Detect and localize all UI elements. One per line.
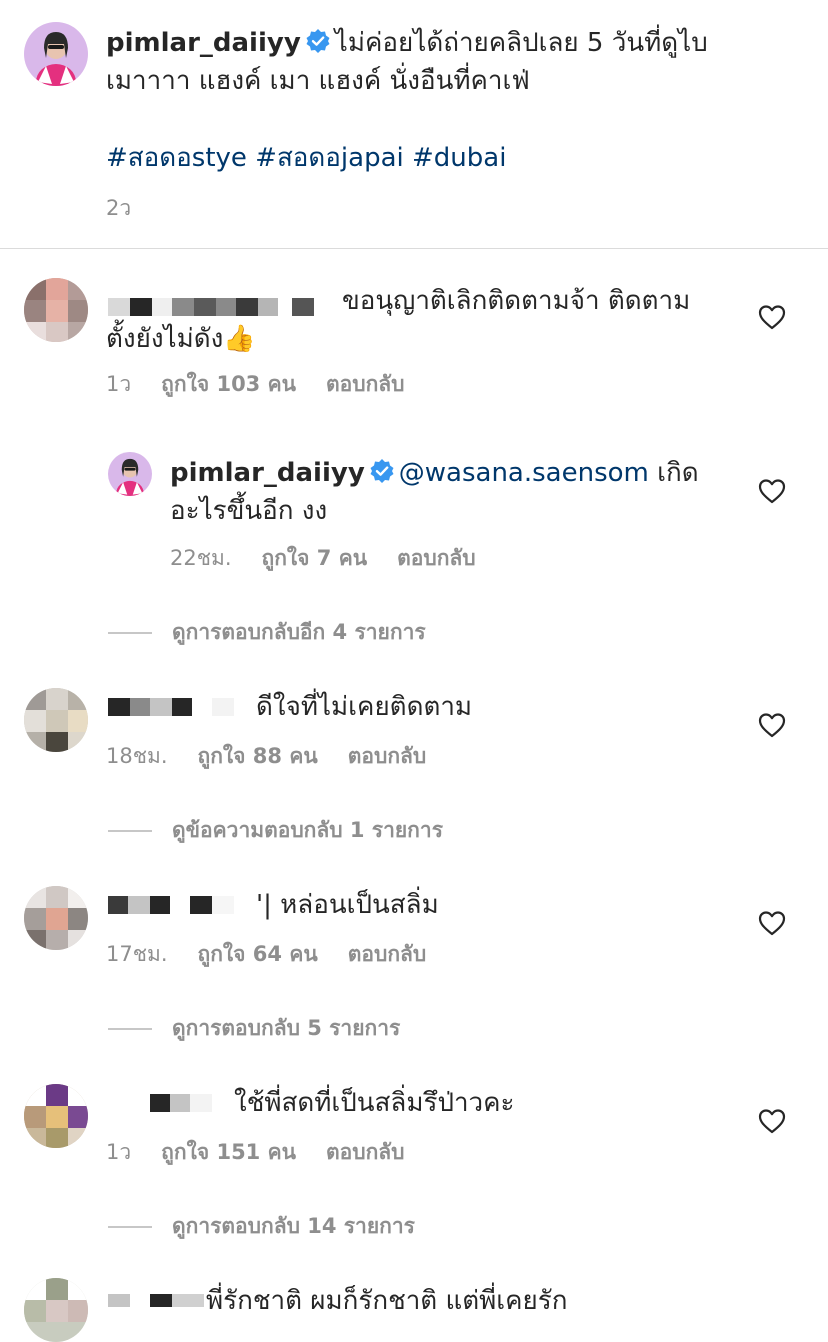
verified-badge-icon [306, 29, 330, 53]
comment-3-avatar[interactable] [24, 886, 88, 950]
comment-4-username-redacted [108, 1094, 236, 1112]
comment-4-avatar[interactable] [24, 1084, 88, 1148]
view-more-replies-2[interactable]: ดูข้อความตอบกลับ 1 รายการ [108, 814, 443, 847]
caption-avatar[interactable] [24, 22, 88, 86]
comment-4-reply-button[interactable]: ตอบกลับ [326, 1140, 405, 1164]
comment-3-meta: 17ชม. ถูกใจ 64 คน ตอบกลับ [106, 942, 427, 966]
caption-time: 2ว [106, 196, 132, 220]
comment-1-reply-button[interactable]: ตอบกลับ [326, 372, 405, 396]
view-more-replies-1[interactable]: ดูการตอบกลับอีก 4 รายการ [108, 616, 426, 649]
comment-4-meta: 1ว ถูกใจ 151 คน ตอบกลับ [106, 1140, 405, 1164]
view-more-replies-4[interactable]: ดูการตอบกลับ 14 รายการ [108, 1210, 415, 1243]
caption-username[interactable]: pimlar_daiiyy [106, 28, 301, 58]
reply-1-reply-button[interactable]: ตอบกลับ [397, 546, 476, 570]
comment-3-reply-button[interactable]: ตอบกลับ [348, 942, 427, 966]
reply-1-text: pimlar_daiiyy @wasana.saensom เกิด อะไรขึ… [170, 458, 699, 526]
caption-divider [0, 248, 828, 249]
comment-3-likes[interactable]: ถูกใจ 64 คน [198, 942, 318, 966]
comment-5-avatar[interactable] [24, 1278, 88, 1342]
comment-3-text: '| หล่อนเป็นสลิ่ม [256, 890, 439, 920]
view-more-replies-3[interactable]: ดูการตอบกลับ 5 รายการ [108, 1012, 400, 1045]
reply-1-mention[interactable]: @wasana.saensom [399, 458, 649, 488]
caption-text: pimlar_daiiyy ไม่ค่อยได้ถ่ายคลิปเลย 5 วัน… [106, 24, 786, 100]
comment-1-text: ขอนุญาติเลิกติดตามจ้า ติดตาม ตั้งยังไม่ด… [106, 286, 691, 354]
reply-1-likes[interactable]: ถูกใจ 7 คน [262, 546, 368, 570]
heart-icon[interactable] [758, 1108, 786, 1134]
verified-badge-icon [370, 459, 394, 483]
caption-line2: เมาาาา แฮงค์ เมา แฮงค์ นั่งอืนที่คาเฟ่ [106, 66, 530, 96]
comment-2-avatar[interactable] [24, 688, 88, 752]
comment-5-username-redacted [108, 1294, 204, 1307]
reply-1-username[interactable]: pimlar_daiiyy [170, 458, 365, 488]
comment-1-avatar[interactable] [24, 278, 88, 342]
comment-2-reply-button[interactable]: ตอบกลับ [348, 744, 427, 768]
comment-4-likes[interactable]: ถูกใจ 151 คน [161, 1140, 296, 1164]
heart-icon[interactable] [758, 712, 786, 738]
comment-2-username-redacted [108, 698, 258, 716]
comment-3-username-redacted [108, 896, 258, 914]
heart-icon[interactable] [758, 478, 786, 504]
comment-2-likes[interactable]: ถูกใจ 88 คน [198, 744, 318, 768]
thumbs-up-emoji: 👍 [223, 324, 256, 354]
reply-1-avatar[interactable] [108, 452, 152, 496]
comment-1-meta: 1ว ถูกใจ 103 คน ตอบกลับ [106, 372, 405, 396]
caption-hashtags[interactable]: #สอดอstye #สอดอjapai #dubai [106, 139, 506, 177]
comment-4-text: ใช้พี่สดที่เป็นสลิ่มรึป่าวคะ [234, 1088, 515, 1118]
heart-icon[interactable] [758, 910, 786, 936]
comment-2-text: ดีใจที่ไม่เคยติดตาม [256, 692, 473, 722]
heart-icon[interactable] [758, 304, 786, 330]
comment-1-likes[interactable]: ถูกใจ 103 คน [161, 372, 296, 396]
comment-5-text: พี่รักชาติ ผมก็รักชาติ แต่พี่เคยรัก [206, 1286, 568, 1316]
reply-1-meta: 22ชม. ถูกใจ 7 คน ตอบกลับ [170, 546, 476, 570]
caption-line1: ไม่ค่อยได้ถ่ายคลิปเลย 5 วันที่ดูไบ [334, 28, 708, 58]
comment-2-meta: 18ชม. ถูกใจ 88 คน ตอบกลับ [106, 744, 427, 768]
